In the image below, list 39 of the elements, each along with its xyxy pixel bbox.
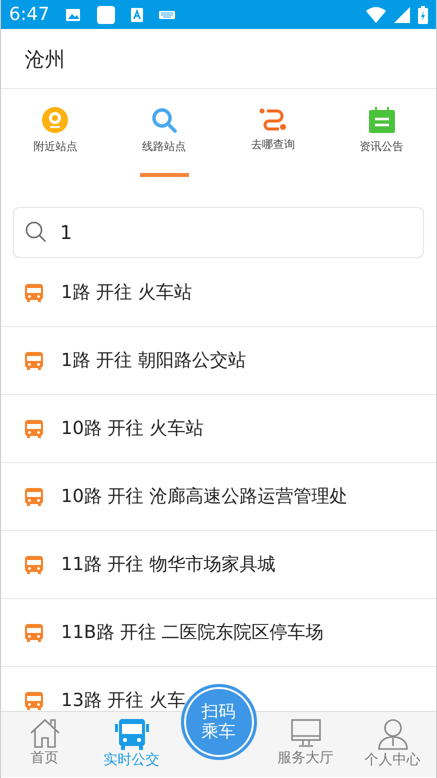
square-icon — [97, 6, 116, 24]
notepad-icon — [368, 107, 395, 133]
image-icon — [65, 8, 82, 22]
route-item[interactable]: 10路 开往 火车站 — [1, 395, 436, 463]
bus-icon — [25, 556, 43, 574]
bus-icon — [25, 352, 43, 370]
tab[interactable]: 附近站点 — [1, 89, 110, 179]
status-time: 6:47 — [9, 3, 50, 27]
route-item[interactable]: 11B路 开往 二医院东院区停车场 — [1, 599, 436, 667]
search-icon — [151, 107, 178, 133]
bus-icon — [25, 488, 43, 506]
signal-icon — [394, 6, 410, 22]
tab[interactable]: 去哪查询 — [218, 89, 328, 179]
city-title: 沧州 — [25, 46, 65, 72]
home-icon — [28, 718, 60, 748]
tab[interactable]: 资讯公告 — [327, 89, 436, 179]
route-item[interactable]: 1路 开往 朝阳路公交站 — [1, 327, 436, 395]
bus-icon — [25, 284, 43, 302]
bus-icon — [114, 718, 148, 750]
tab-indicator — [140, 173, 188, 177]
route-item[interactable]: 10路 开往 沧廊高速公路运营管理处 — [1, 463, 436, 531]
battery-icon — [418, 6, 428, 24]
wifi-icon — [366, 6, 386, 22]
route-item[interactable]: 11路 开往 物华市场家具城 — [1, 531, 436, 599]
pin-icon — [42, 107, 68, 133]
nav-tab[interactable]: 个人中心 — [349, 712, 436, 777]
bus-icon — [25, 420, 43, 438]
person-icon — [376, 718, 408, 750]
search-icon — [25, 221, 47, 243]
search-field[interactable]: 1 — [13, 207, 424, 258]
bus-icon — [25, 624, 43, 642]
route-item[interactable]: 1路 开往 火车站 — [1, 259, 436, 327]
tab[interactable]: 线路站点 — [110, 89, 218, 179]
nav-tab[interactable]: 服务大厅 — [262, 712, 349, 777]
text-icon — [131, 8, 144, 22]
keyboard-icon — [159, 10, 176, 20]
route-icon — [258, 107, 287, 131]
nav-tab[interactable]: 首页 — [1, 712, 88, 777]
monitor-icon — [290, 718, 322, 748]
